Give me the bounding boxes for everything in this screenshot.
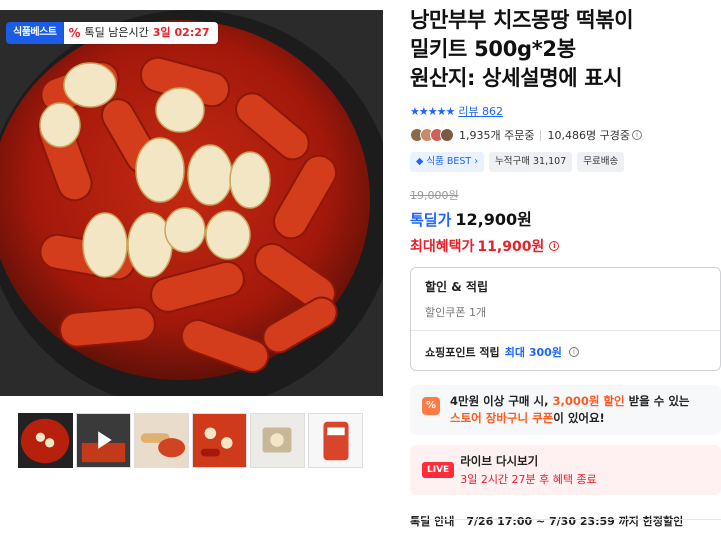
promo-text-part: 이 있어요! <box>553 411 605 425</box>
divider <box>540 129 542 141</box>
deal-info-label: 톡딜 안내 <box>410 515 455 528</box>
timer-label: 톡딜 남은시간 <box>84 26 149 39</box>
max-benefit-price: 11,900원 <box>477 239 545 255</box>
max-benefit-row: 최대혜택가 11,900원 i <box>410 236 721 256</box>
point-section[interactable]: 쇼핑포인트 적립 최대 300원 i <box>411 330 720 370</box>
timer-days: 3일 <box>152 26 171 39</box>
live-replay-banner[interactable]: LIVE 라이브 다시보기 3일 2시간 27분 후 혜택 종료 <box>410 445 721 495</box>
live-text: 라이브 다시보기 3일 2시간 27분 후 혜택 종료 <box>460 453 597 487</box>
avatar <box>440 128 454 142</box>
thumbnail-5[interactable] <box>250 413 305 468</box>
thumbnail-2-video[interactable] <box>76 413 131 468</box>
discount-title: 할인 & 적립 <box>425 280 488 294</box>
thumbnail-image <box>20 415 71 466</box>
point-label: 쇼핑포인트 적립 <box>425 346 500 359</box>
deal-info-row: 톡딜 안내 7/26 17:00 ~ 7/30 23:59 까지 한정할인 <box>410 513 721 529</box>
section-divider <box>410 519 721 520</box>
free-shipping-tag: 무료배송 <box>577 152 625 172</box>
tteokbokki-photo <box>0 10 383 396</box>
timer-clock: 02:27 <box>174 26 210 39</box>
deal-price-row: 톡딜가 12,900원 <box>410 206 721 230</box>
product-info-panel: 낭만부부 치즈몽땅 떡볶이 밀키트 500g*2봉 원산지: 상세설명에 표시 … <box>410 6 721 529</box>
food-best-tag[interactable]: ◆ 식품 BEST › <box>410 152 485 172</box>
thumbnail-1[interactable] <box>18 413 73 468</box>
thumbnail-image <box>251 414 304 467</box>
thumbnail-4[interactable] <box>192 413 247 468</box>
tag-row: ◆ 식품 BEST › 누적구매 31,107 무료배송 <box>410 152 721 172</box>
live-countdown: 3일 2시간 27분 후 혜택 종료 <box>460 473 597 486</box>
image-badge-row: 식품베스트 % 톡딜 남은시간 3일 02:27 <box>6 22 218 44</box>
thumbnail-image <box>135 414 188 467</box>
live-title: 라이브 다시보기 <box>460 454 539 468</box>
product-title: 낭만부부 치즈몽땅 떡볶이 밀키트 500g*2봉 원산지: 상세설명에 표시 <box>410 6 721 93</box>
thumbnail-strip <box>18 413 363 468</box>
discount-section[interactable]: 할인 & 적립 할인쿠폰 1개 <box>411 268 720 330</box>
activity-stats: 1,935개 주문중 10,486명 구경중 i <box>410 127 721 143</box>
product-origin: 원산지: 상세설명에 표시 <box>410 66 623 90</box>
promo-text-part: 4만원 이상 구매 시, <box>450 394 553 408</box>
product-title-line: 낭만부부 치즈몽땅 떡볶이 <box>410 8 634 32</box>
thumbnail-image <box>193 414 246 467</box>
thumbnail-image <box>309 414 362 467</box>
video-thumbnail-image <box>77 414 130 467</box>
deal-price: 12,900원 <box>455 210 532 229</box>
promo-text-part: 받을 수 있는 <box>624 394 690 408</box>
coupon-count: 할인쿠폰 1개 <box>425 306 487 319</box>
point-max: 최대 300원 <box>504 346 562 359</box>
deal-price-label: 톡딜가 <box>410 211 452 229</box>
thumbnail-3[interactable] <box>134 413 189 468</box>
deal-info-period: 7/26 17:00 ~ 7/30 23:59 까지 한정할인 <box>466 515 684 528</box>
deal-timer-badge: % 톡딜 남은시간 3일 02:27 <box>63 22 218 44</box>
star-rating-icon: ★★★★★ <box>410 104 455 118</box>
rating-row: ★★★★★ 리뷰 862 <box>410 103 721 119</box>
food-best-badge: 식품베스트 <box>6 22 64 44</box>
coupon-icon: % <box>422 397 440 415</box>
original-price: 19,000원 <box>410 189 459 202</box>
promo-text: 4만원 이상 구매 시, 3,000원 할인 받을 수 있는 스토어 장바구니 … <box>450 393 690 427</box>
discount-box: 할인 & 적립 할인쿠폰 1개 쇼핑포인트 적립 최대 300원 i <box>410 267 721 371</box>
watchers-count: 10,486명 구경중 <box>547 129 630 142</box>
thumbnail-6[interactable] <box>308 413 363 468</box>
live-badge: LIVE <box>422 462 455 478</box>
main-product-image[interactable]: 식품베스트 % 톡딜 남은시간 3일 02:27 <box>0 10 383 396</box>
buyer-avatars <box>410 128 454 142</box>
info-icon[interactable]: i <box>631 130 642 140</box>
orders-count: 1,935개 주문중 <box>459 129 535 142</box>
percent-icon: % <box>68 26 81 40</box>
info-icon[interactable]: i <box>549 241 560 251</box>
product-title-line: 밀키트 500g*2봉 <box>410 37 576 61</box>
max-benefit-label: 최대혜택가 <box>410 239 475 255</box>
promo-coupon-name: 스토어 장바구니 쿠폰 <box>450 411 554 425</box>
info-icon[interactable]: i <box>569 346 580 357</box>
tag-label: 식품 BEST <box>426 156 472 167</box>
promo-discount: 3,000원 할인 <box>552 394 625 408</box>
cart-coupon-banner[interactable]: % 4만원 이상 구매 시, 3,000원 할인 받을 수 있는 스토어 장바구… <box>410 385 721 435</box>
cumulative-purchase-tag: 누적구매 31,107 <box>489 152 573 172</box>
review-count-link[interactable]: 리뷰 862 <box>458 103 503 119</box>
